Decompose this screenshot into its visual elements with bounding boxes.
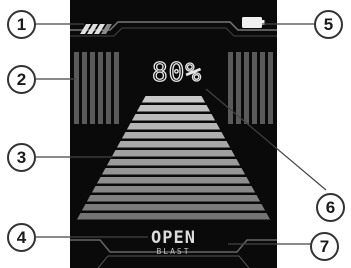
callout-lines (36, 23, 327, 245)
callout-1: 1 (7, 10, 36, 39)
callout-7: 7 (310, 232, 339, 261)
callout-6: 6 (316, 193, 345, 222)
callout-2: 2 (7, 65, 36, 94)
callout-4: 4 (7, 223, 36, 252)
callout-5: 5 (314, 10, 343, 39)
leader-line-6 (205, 88, 327, 191)
callout-3: 3 (7, 143, 36, 172)
diagram: 80% OPEN BLAST 1 2 3 4 5 6 7 (0, 0, 351, 268)
